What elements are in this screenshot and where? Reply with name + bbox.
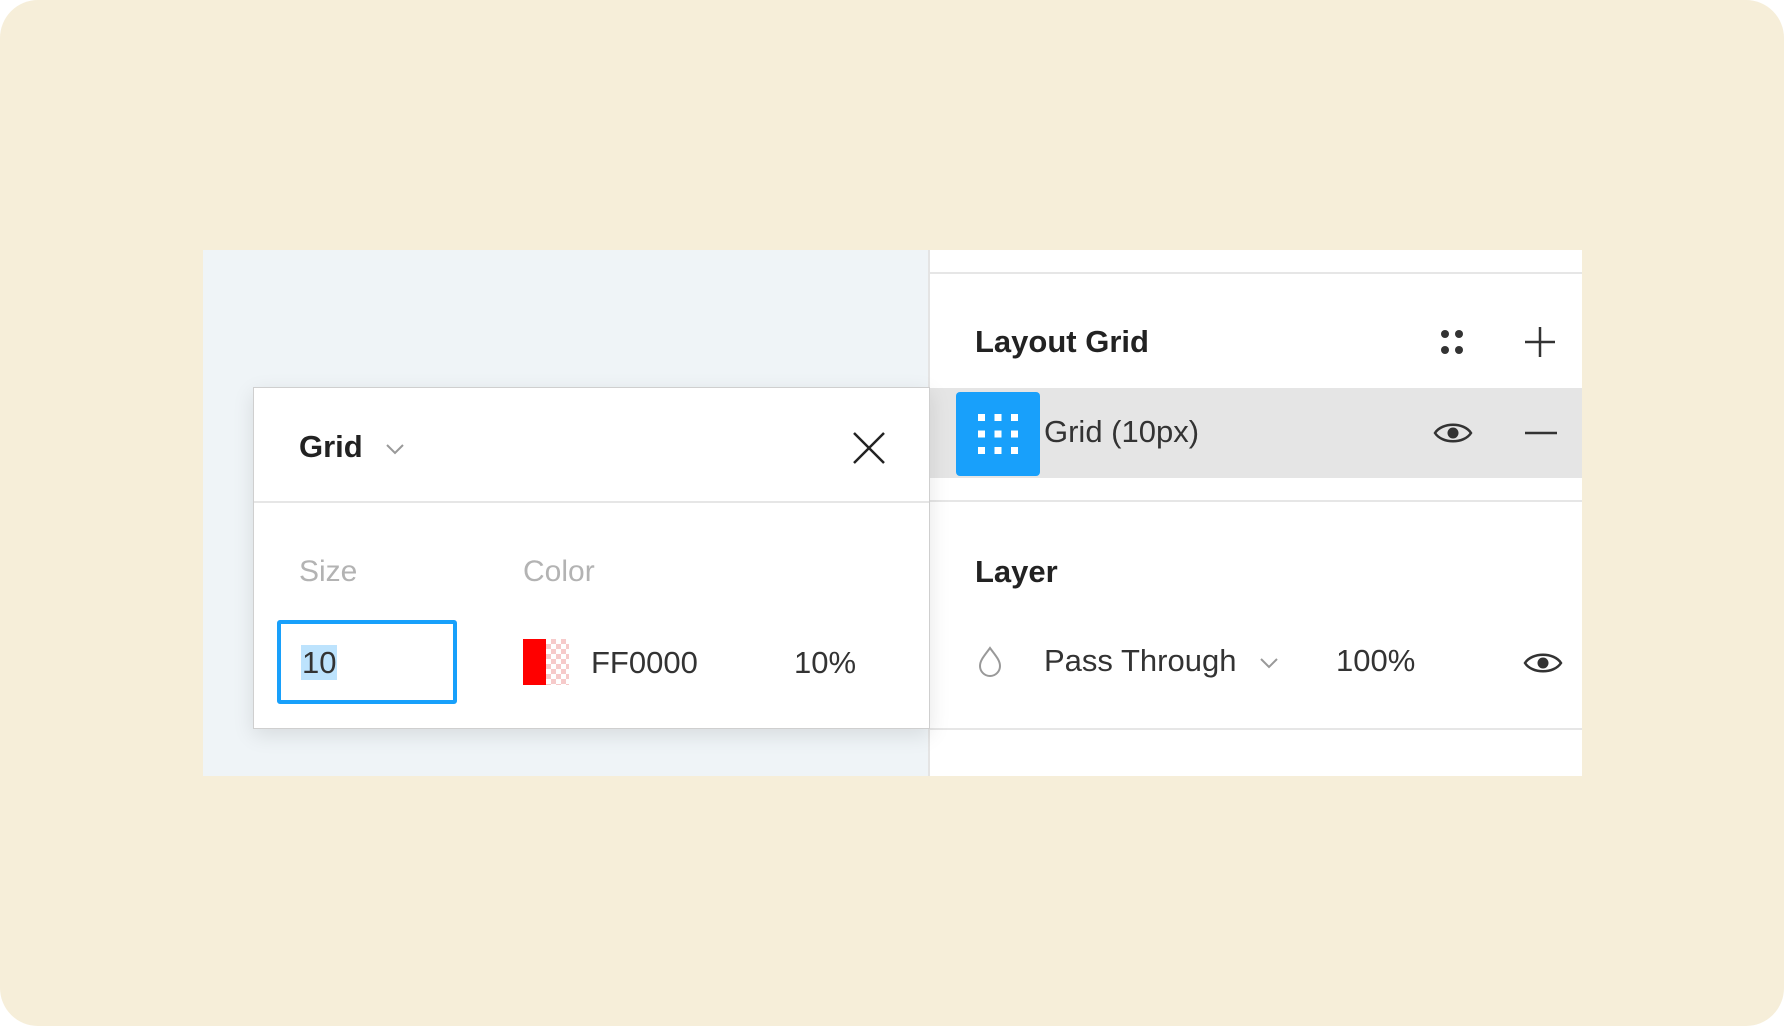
size-input-value: 10 bbox=[301, 644, 338, 680]
eye-icon bbox=[1433, 423, 1473, 443]
minus-icon bbox=[1525, 431, 1557, 435]
popover-divider bbox=[254, 501, 929, 503]
add-grid-button[interactable] bbox=[1518, 320, 1562, 364]
grid-icon bbox=[978, 414, 1018, 454]
plus-icon bbox=[1525, 327, 1555, 357]
grid-item-label: Grid (10px) bbox=[1044, 414, 1200, 449]
chevron-down-icon bbox=[386, 444, 405, 455]
drop-icon bbox=[975, 641, 1005, 681]
eye-icon bbox=[1523, 653, 1563, 673]
panel-divider bbox=[930, 728, 1582, 730]
chevron-down-icon bbox=[1260, 658, 1278, 669]
grid-type-select[interactable]: Grid bbox=[299, 431, 405, 462]
layout-grid-item[interactable]: Grid (10px) bbox=[930, 388, 1582, 478]
grid-settings-popover: Grid Size Color 10 FF0000 10% bbox=[253, 387, 930, 729]
size-label: Size bbox=[299, 555, 358, 588]
color-swatch[interactable] bbox=[523, 639, 569, 685]
close-icon bbox=[853, 432, 885, 464]
layer-title: Layer bbox=[975, 554, 1058, 589]
grid-type-value: Grid bbox=[299, 429, 363, 464]
color-opacity-input[interactable]: 10% bbox=[794, 647, 856, 678]
color-swatch-solid bbox=[523, 639, 546, 685]
layout-grid-title: Layout Grid bbox=[975, 324, 1149, 359]
blend-mode-select[interactable]: Pass Through bbox=[1044, 645, 1279, 676]
color-hex-input[interactable]: FF0000 bbox=[591, 647, 698, 678]
color-swatch-transparency bbox=[546, 639, 569, 685]
grid-settings-button[interactable] bbox=[956, 392, 1040, 476]
color-label: Color bbox=[523, 555, 595, 588]
grid-styles-icon[interactable] bbox=[1430, 320, 1474, 364]
layer-visibility-toggle[interactable] bbox=[1518, 640, 1568, 686]
blend-mode-value: Pass Through bbox=[1044, 643, 1237, 678]
close-popover-button[interactable] bbox=[849, 428, 889, 468]
panel-divider bbox=[930, 500, 1582, 502]
properties-panel: Layout Grid Grid (10px) Layer Pass Throu… bbox=[928, 250, 1582, 776]
panel-divider bbox=[930, 272, 1582, 274]
grid-visibility-toggle[interactable] bbox=[1428, 410, 1478, 456]
size-input[interactable]: 10 bbox=[277, 620, 457, 704]
layer-opacity[interactable]: 100% bbox=[1336, 645, 1415, 676]
remove-grid-button[interactable] bbox=[1518, 410, 1564, 456]
